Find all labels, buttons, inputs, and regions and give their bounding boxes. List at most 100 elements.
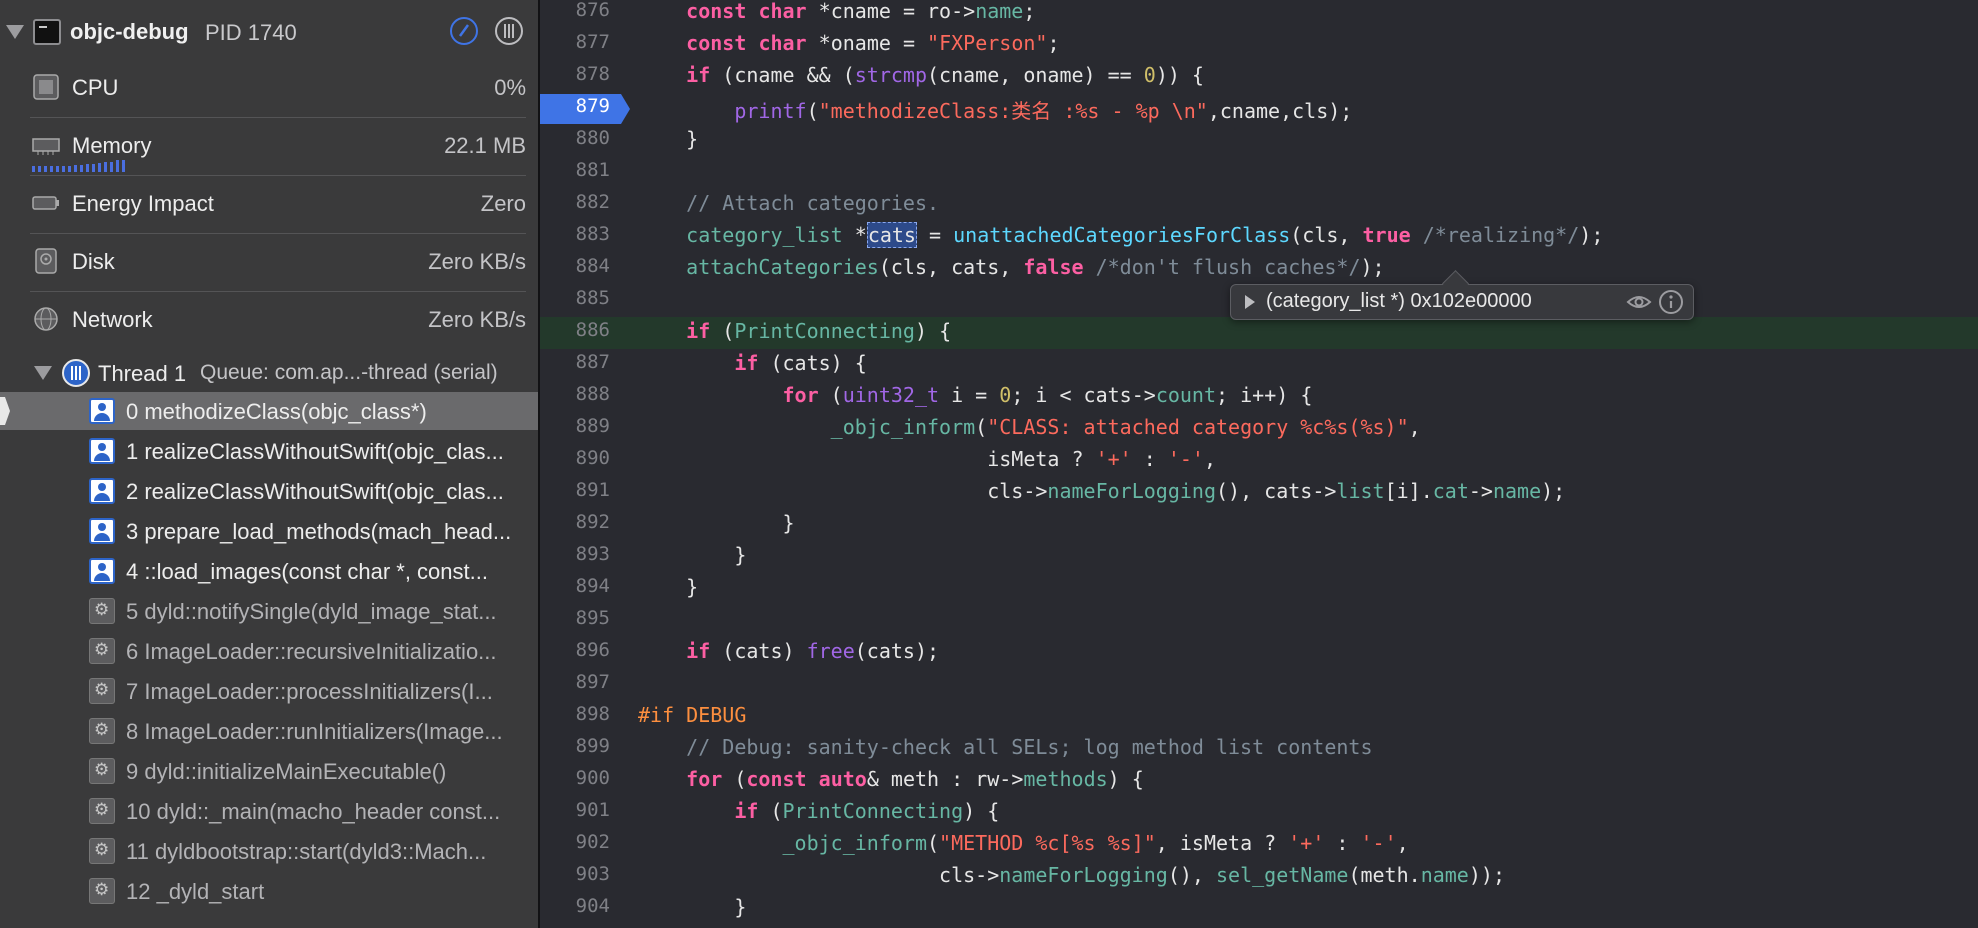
code-token: for — [782, 383, 819, 407]
line-number[interactable]: 902 — [540, 831, 610, 853]
code-line[interactable]: 890 isMeta ? '+' : '-', — [540, 445, 1978, 477]
code-line[interactable]: 898 #if DEBUG — [540, 701, 1978, 733]
line-number[interactable]: 885 — [540, 287, 610, 309]
line-number[interactable]: 883 — [540, 223, 610, 245]
line-number[interactable]: 894 — [540, 575, 610, 597]
line-number[interactable]: 881 — [540, 159, 610, 181]
code-line[interactable]: 902 _objc_inform("METHOD %c[%s %s]", isM… — [540, 829, 1978, 861]
stack-frame-row[interactable]: 8 ImageLoader::runInitializers(Image... — [0, 712, 538, 750]
code-line[interactable]: 889 _objc_inform("CLASS: attached catego… — [540, 413, 1978, 445]
line-number[interactable]: 886 — [540, 319, 610, 341]
code-line[interactable]: 897 — [540, 669, 1978, 701]
stack-frame-row[interactable]: 11 dyldbootstrap::start(dyld3::Mach... — [0, 832, 538, 870]
line-number[interactable]: 880 — [540, 127, 610, 149]
code-token: nameForLogging — [1047, 479, 1216, 503]
gauge-network[interactable]: Network Zero KB/s — [0, 290, 538, 348]
stack-frame-row[interactable]: 0 methodizeClass(objc_class*) — [0, 392, 538, 430]
debug-gauge-icon[interactable] — [450, 17, 478, 45]
code-line[interactable]: 894 } — [540, 573, 1978, 605]
line-number[interactable]: 899 — [540, 735, 610, 757]
gauge-disk[interactable]: Disk Zero KB/s — [0, 232, 538, 290]
system-frame-icon — [89, 598, 115, 624]
line-number[interactable]: 879 — [540, 95, 610, 117]
code-line[interactable]: 903 cls->nameForLogging(), sel_getName(m… — [540, 861, 1978, 893]
stack-frame-row[interactable]: 10 dyld::_main(macho_header const... — [0, 792, 538, 830]
line-number[interactable]: 898 — [540, 703, 610, 725]
code-token: (), cats-> — [1215, 479, 1337, 503]
info-icon[interactable] — [1659, 290, 1683, 314]
stack-frame-label: 12 _dyld_start — [126, 879, 265, 904]
gauge-energy[interactable]: Energy Impact Zero — [0, 174, 538, 232]
code-text: attachCategories(cls, cats, false /*don'… — [638, 255, 1384, 279]
line-number[interactable]: 887 — [540, 351, 610, 373]
stack-frame-row[interactable]: 9 dyld::initializeMainExecutable() — [0, 752, 538, 790]
system-frame-icon — [89, 878, 115, 904]
code-text: const char *cname = ro->name; — [638, 0, 1035, 23]
gauge-cpu[interactable]: CPU 0% — [0, 58, 538, 116]
code-line[interactable]: 895 — [540, 605, 1978, 637]
line-number[interactable]: 896 — [540, 639, 610, 661]
line-number[interactable]: 878 — [540, 63, 610, 85]
line-number[interactable]: 884 — [540, 255, 610, 277]
code-line[interactable]: 876 const char *cname = ro->name; — [540, 0, 1978, 29]
line-number[interactable]: 890 — [540, 447, 610, 469]
line-number[interactable]: 900 — [540, 767, 610, 789]
code-line[interactable]: 891 cls->nameForLogging(), cats->list[i]… — [540, 477, 1978, 509]
process-row[interactable]: objc-debug PID 1740 — [0, 0, 538, 64]
code-line[interactable]: 904 } — [540, 893, 1978, 925]
code-line[interactable]: 892 } — [540, 509, 1978, 541]
line-number[interactable]: 877 — [540, 31, 610, 53]
code-line[interactable]: 886 if (PrintConnecting) { — [540, 317, 1978, 349]
disclosure-triangle-icon[interactable] — [34, 366, 52, 380]
line-number[interactable]: 897 — [540, 671, 610, 693]
stack-frame-row[interactable]: 12 _dyld_start — [0, 872, 538, 910]
code-line[interactable]: 879 printf("methodizeClass:类名 :%s - %p \… — [540, 93, 1978, 125]
stack-frame-row[interactable]: 3 prepare_load_methods(mach_head... — [0, 512, 538, 550]
stack-frame-row[interactable]: 1 realizeClassWithoutSwift(objc_clas... — [0, 432, 538, 470]
threads-icon[interactable] — [495, 17, 523, 45]
line-number[interactable]: 903 — [540, 863, 610, 885]
gauge-memory[interactable]: Memory 22.1 MB — [0, 116, 538, 174]
stack-frame-row[interactable]: 2 realizeClassWithoutSwift(objc_clas... — [0, 472, 538, 510]
code-line[interactable]: 893 } — [540, 541, 1978, 573]
code-token: ,cname,cls); — [1207, 99, 1353, 123]
stack-frame-row[interactable]: 7 ImageLoader::processInitializers(I... — [0, 672, 538, 710]
stack-frame-row[interactable]: 6 ImageLoader::recursiveInitializatio... — [0, 632, 538, 670]
stack-frame-row[interactable]: 5 dyld::notifySingle(dyld_image_stat... — [0, 592, 538, 630]
code-text: // Attach categories. — [638, 191, 939, 215]
thread-row[interactable]: Thread 1 Queue: com.ap...-thread (serial… — [0, 356, 538, 390]
line-number[interactable]: 888 — [540, 383, 610, 405]
line-number[interactable]: 876 — [540, 0, 610, 21]
code-line[interactable]: 878 if (cname && (strcmp(cname, oname) =… — [540, 61, 1978, 93]
line-number[interactable]: 904 — [540, 895, 610, 917]
code-line[interactable]: 899 // Debug: sanity-check all SELs; log… — [540, 733, 1978, 765]
code-line[interactable]: 877 const char *oname = "FXPerson"; — [540, 29, 1978, 61]
code-line[interactable]: 900 for (const auto& meth : rw->methods)… — [540, 765, 1978, 797]
line-number[interactable]: 893 — [540, 543, 610, 565]
line-number[interactable]: 889 — [540, 415, 610, 437]
code-token: : — [1131, 447, 1168, 471]
code-line[interactable]: 880 } — [540, 125, 1978, 157]
stack-frame-row[interactable]: 4 ::load_images(const char *, const... — [0, 552, 538, 590]
code-token: } — [638, 895, 747, 919]
code-line[interactable]: 882 // Attach categories. — [540, 189, 1978, 221]
code-text: for (uint32_t i = 0; i < cats->count; i+… — [638, 383, 1313, 407]
code-line[interactable]: 881 — [540, 157, 1978, 189]
line-number[interactable]: 892 — [540, 511, 610, 533]
source-editor[interactable]: 876 const char *cname = ro->name; 877 con… — [540, 0, 1978, 928]
disclosure-triangle-icon[interactable] — [6, 25, 24, 39]
expand-triangle-icon[interactable] — [1245, 295, 1255, 309]
code-line[interactable]: 883 category_list *cats = unattachedCate… — [540, 221, 1978, 253]
code-line[interactable]: 901 if (PrintConnecting) { — [540, 797, 1978, 829]
code-line[interactable]: 884 attachCategories(cls, cats, false /*… — [540, 253, 1978, 285]
line-number[interactable]: 895 — [540, 607, 610, 629]
stack-frame-label: 5 dyld::notifySingle(dyld_image_stat... — [126, 599, 497, 624]
line-number[interactable]: 901 — [540, 799, 610, 821]
code-line[interactable]: 887 if (cats) { — [540, 349, 1978, 381]
code-token: // Debug: sanity-check all SELs; log met… — [686, 735, 1373, 759]
eye-icon[interactable] — [1626, 290, 1652, 314]
code-line[interactable]: 888 for (uint32_t i = 0; i < cats->count… — [540, 381, 1978, 413]
code-line[interactable]: 896 if (cats) free(cats); — [540, 637, 1978, 669]
line-number[interactable]: 882 — [540, 191, 610, 213]
line-number[interactable]: 891 — [540, 479, 610, 501]
